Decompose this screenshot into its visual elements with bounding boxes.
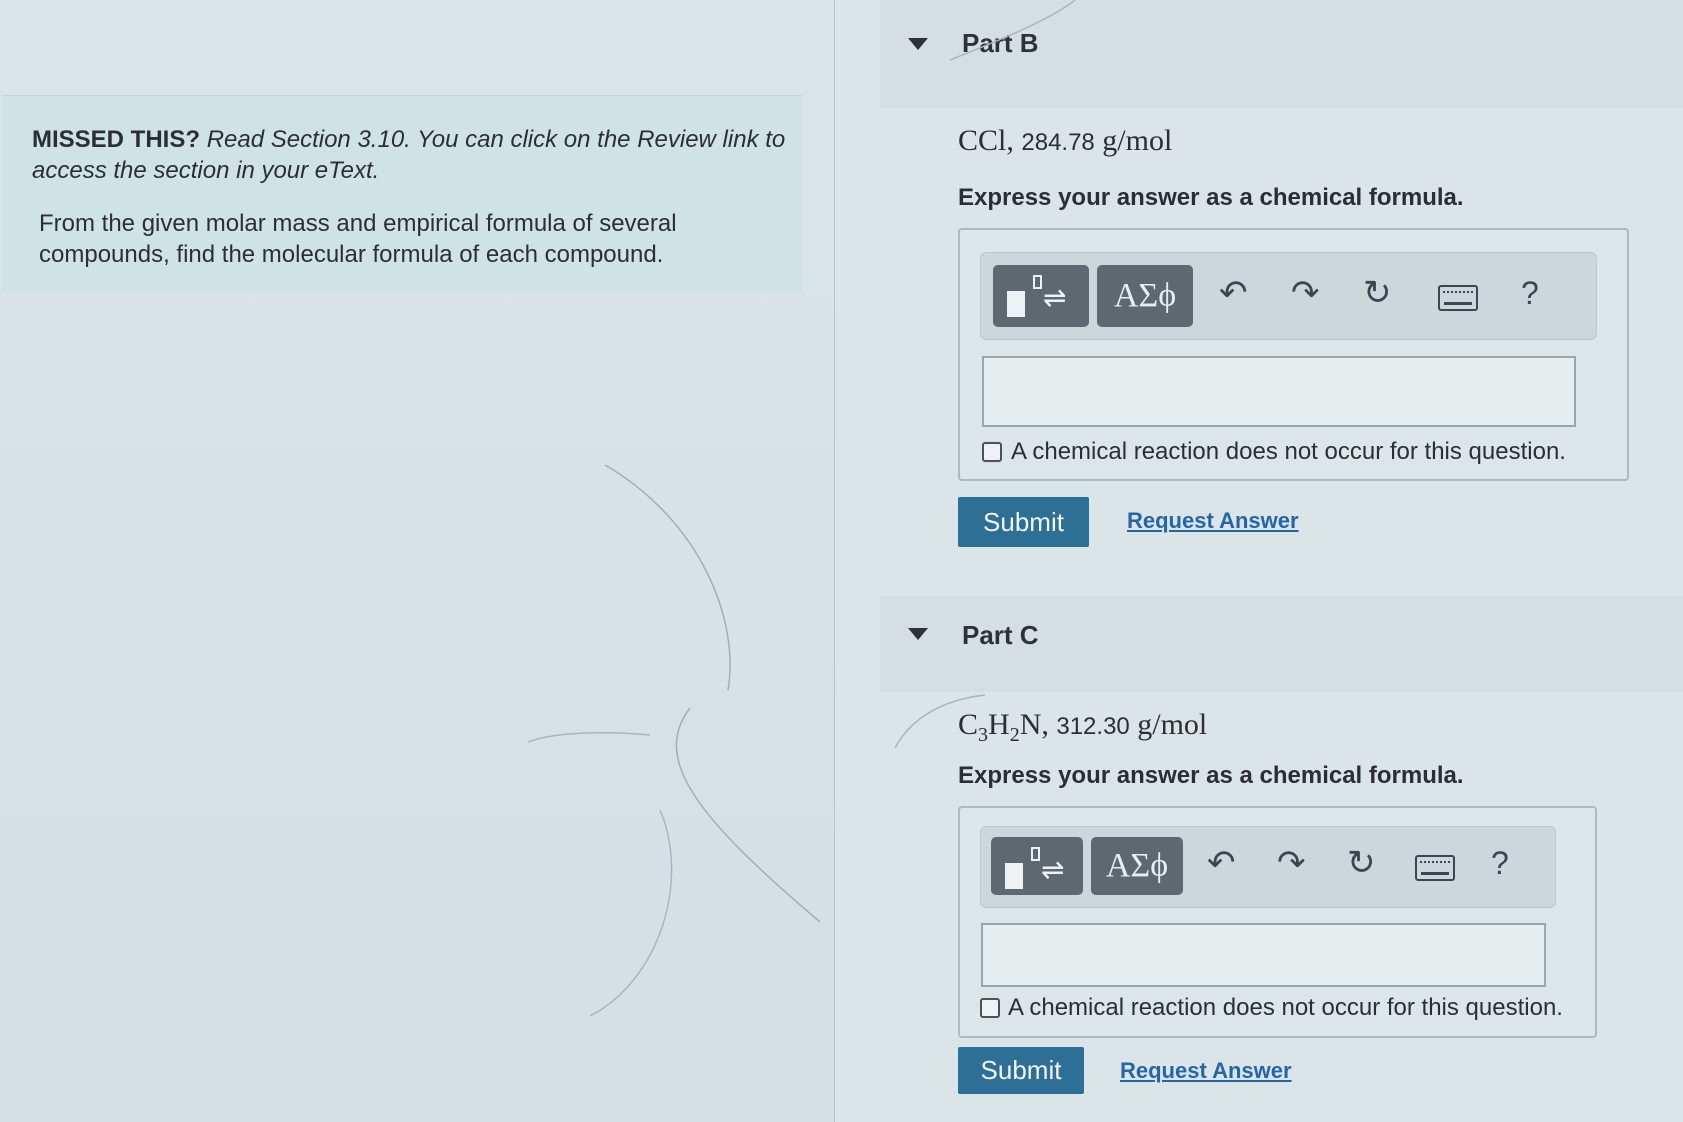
templates-button[interactable]: ⇌ (991, 837, 1083, 895)
part-c-header[interactable]: Part C (880, 596, 1683, 692)
formula-unit: g/mol (1094, 124, 1173, 157)
part-b-request-answer-link[interactable]: Request Answer (1127, 508, 1299, 534)
part-b-no-reaction-checkbox[interactable] (982, 442, 1002, 462)
formula-subscript: 2 (1009, 724, 1020, 746)
keyboard-icon[interactable] (1438, 285, 1478, 311)
formula-unit: g/mol (1129, 708, 1208, 741)
left-panel: MISSED THIS? Read Section 3.10. You can … (0, 0, 835, 1122)
part-b-submit-button[interactable]: Submit (958, 497, 1089, 547)
reset-icon[interactable]: ↻ (1347, 843, 1376, 883)
part-b-title: Part B (962, 28, 1039, 58)
equilibrium-arrow-icon: ⇌ (1041, 854, 1065, 885)
part-c-answer-input[interactable] (981, 923, 1546, 987)
redo-icon[interactable]: ↷ (1277, 843, 1306, 883)
templates-button[interactable]: ⇌ (993, 265, 1089, 327)
undo-icon[interactable]: ↶ (1207, 843, 1236, 883)
part-c-no-reaction-label: A chemical reaction does not occur for t… (1008, 994, 1563, 1021)
missed-this-note: MISSED THIS? Read Section 3.10. You can … (32, 124, 792, 186)
keyboard-icon[interactable] (1415, 855, 1455, 881)
part-c-toolbar: ⇌ ΑΣϕ ↶ ↷ ↻ ? (980, 826, 1556, 908)
part-c-request-answer-link[interactable]: Request Answer (1120, 1058, 1292, 1084)
template-superscript-icon (1031, 847, 1040, 861)
undo-icon[interactable]: ↶ (1219, 273, 1248, 313)
part-b-instruction: Express your answer as a chemical formul… (958, 184, 1464, 211)
part-b-formula: CCl, 284.78 g/mol (958, 124, 1172, 158)
formula-mass: 312.30 (1056, 713, 1130, 740)
part-c-submit-button[interactable]: Submit (958, 1047, 1084, 1094)
greek-symbols-button[interactable]: ΑΣϕ (1097, 265, 1193, 327)
template-block-icon (1007, 291, 1025, 317)
missed-this-label: MISSED THIS? (32, 126, 201, 153)
part-c-formula: C3H2N, 312.30 g/mol (958, 708, 1207, 747)
formula-subscript: 3 (978, 724, 989, 746)
reset-icon[interactable]: ↻ (1363, 273, 1392, 313)
formula-main: C3H2N, (958, 708, 1049, 746)
greek-symbols-button[interactable]: ΑΣϕ (1091, 837, 1183, 895)
problem-instruction: From the given molar mass and empirical … (39, 210, 677, 268)
equilibrium-arrow-icon: ⇌ (1043, 282, 1067, 313)
part-b-toolbar: ⇌ ΑΣϕ ↶ ↷ ↻ ? (980, 252, 1597, 340)
part-b-answer-input[interactable] (982, 356, 1576, 427)
redo-icon[interactable]: ↷ (1291, 273, 1320, 313)
part-b-no-reaction-label: A chemical reaction does not occur for t… (1011, 438, 1566, 465)
part-c-no-reaction-checkbox[interactable] (980, 998, 1000, 1018)
help-button[interactable]: ? (1521, 275, 1539, 312)
template-block-icon (1005, 863, 1023, 889)
formula-mass: 284.78 (1021, 129, 1095, 156)
collapse-caret-icon[interactable] (908, 38, 928, 50)
collapse-caret-icon[interactable] (908, 628, 928, 640)
help-button[interactable]: ? (1491, 845, 1509, 882)
part-b-header[interactable]: Part B (880, 0, 1683, 108)
formula-main: CCl, (958, 124, 1014, 157)
part-c-instruction: Express your answer as a chemical formul… (958, 762, 1464, 789)
part-c-title: Part C (962, 620, 1039, 650)
template-superscript-icon (1033, 275, 1042, 289)
